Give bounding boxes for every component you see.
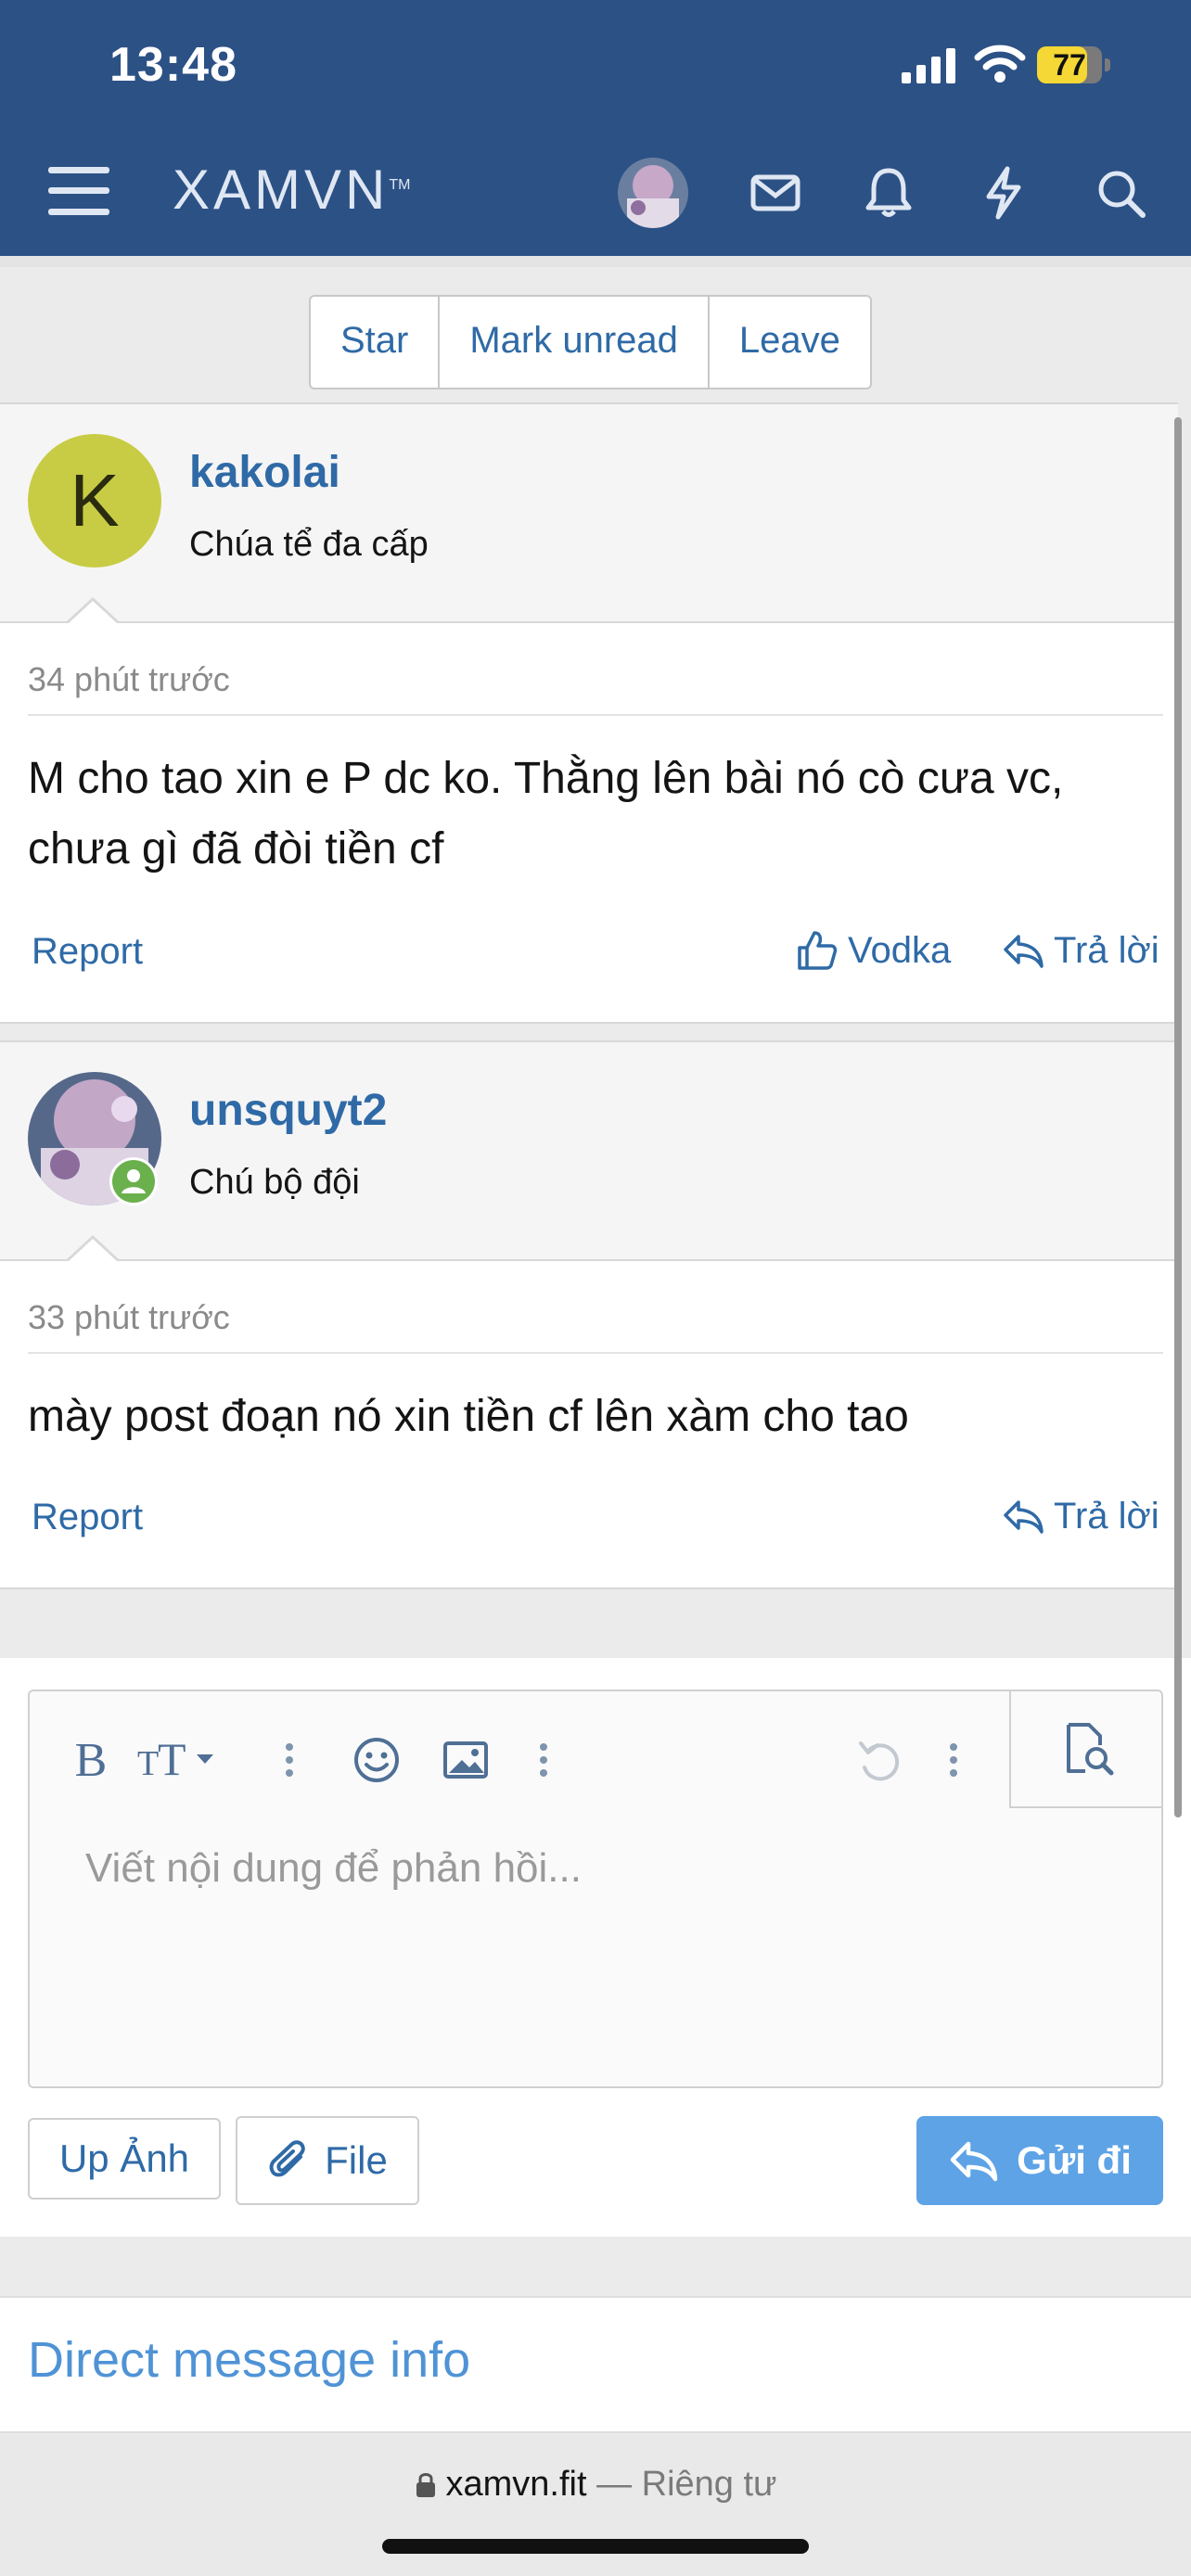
svg-text:T: T	[158, 1733, 186, 1785]
bell-icon[interactable]	[861, 165, 916, 221]
site-logo[interactable]: XAMVNTM	[173, 158, 410, 222]
cellular-signal-icon	[902, 48, 955, 83]
like-button[interactable]: Vodka	[796, 929, 951, 972]
menu-icon[interactable]	[46, 163, 111, 219]
direct-message-info-section: Direct message info	[0, 2296, 1191, 2433]
emoji-icon[interactable]	[349, 1732, 404, 1788]
reply-input-placeholder[interactable]: Viết nội dung để phản hồi...	[85, 1845, 582, 1892]
mail-icon[interactable]	[748, 165, 803, 221]
attach-file-button[interactable]: File	[236, 2116, 419, 2205]
svg-text:T: T	[137, 1744, 159, 1783]
avatar[interactable]: K	[28, 434, 161, 567]
battery-level: 77	[1053, 48, 1086, 82]
divider	[28, 714, 1163, 716]
lightning-icon[interactable]	[976, 165, 1031, 221]
message-time[interactable]: 33 phút trước	[28, 1298, 230, 1337]
paperclip-icon	[269, 2140, 305, 2177]
text-size-icon[interactable]: T T	[135, 1732, 224, 1788]
report-link[interactable]: Report	[32, 1497, 143, 1538]
reply-button[interactable]: Trả lời	[1002, 929, 1159, 972]
conversation-action-group: Star Mark unread Leave	[309, 295, 872, 389]
search-icon[interactable]	[1093, 165, 1148, 221]
message-author-header: K kakolai Chúa tể đa cấp	[0, 404, 1178, 623]
mark-unread-button[interactable]: Mark unread	[440, 297, 710, 388]
report-link[interactable]: Report	[32, 931, 143, 973]
upload-photo-button[interactable]: Up Ảnh	[28, 2118, 221, 2200]
cut-off-content	[0, 256, 1191, 267]
send-button[interactable]: Gửi đi	[916, 2116, 1163, 2205]
scrollbar[interactable]	[1174, 417, 1182, 1817]
user-title: Chúa tể đa cấp	[189, 525, 429, 564]
browser-address-bar[interactable]: xamvn.fit — Riêng tư	[0, 2435, 1191, 2576]
more-options-icon[interactable]	[944, 1732, 963, 1788]
reply-button[interactable]: Trả lời	[1002, 1495, 1159, 1537]
address-text[interactable]: xamvn.fit — Riêng tư	[0, 2465, 1191, 2505]
reply-icon	[1004, 1500, 1044, 1534]
reply-icon	[1004, 935, 1044, 968]
user-title: Chú bộ đội	[189, 1163, 360, 1202]
battery-indicator: 77	[1037, 46, 1111, 85]
message-time[interactable]: 34 phút trước	[28, 660, 230, 699]
leave-button[interactable]: Leave	[710, 297, 870, 388]
bold-button[interactable]: B	[72, 1732, 109, 1788]
status-time: 13:48	[109, 38, 237, 92]
thumbs-up-icon	[798, 931, 838, 970]
message-1: K kakolai Chúa tể đa cấp 34 phút trước M…	[0, 402, 1178, 1024]
home-indicator	[382, 2539, 809, 2554]
message-2: unsquyt2 Chú bộ đội 33 phút trước mày po…	[0, 1040, 1178, 1589]
lock-icon	[416, 2473, 436, 2497]
reply-icon	[950, 2141, 998, 2182]
user-avatar[interactable]	[618, 158, 688, 228]
more-options-icon[interactable]	[534, 1732, 553, 1788]
image-icon[interactable]	[438, 1732, 493, 1788]
more-options-icon[interactable]	[280, 1732, 299, 1788]
message-body: M cho tao xin e P dc ko. Thằng lên bài n…	[28, 754, 1064, 874]
direct-message-info-link[interactable]: Direct message info	[28, 2331, 470, 2389]
divider	[28, 1352, 1163, 1354]
undo-icon[interactable]	[852, 1732, 907, 1788]
online-status-icon	[109, 1157, 158, 1205]
star-button[interactable]: Star	[311, 297, 441, 388]
username[interactable]: kakolai	[189, 447, 340, 498]
message-author-header: unsquyt2 Chú bộ đội	[0, 1042, 1178, 1261]
reply-editor[interactable]: B T T Viết nội dung để phản hồi...	[28, 1690, 1163, 2088]
username[interactable]: unsquyt2	[189, 1085, 387, 1136]
preview-toggle[interactable]	[1009, 1691, 1163, 1808]
message-body: mày post đoạn nó xin tiền cf lên xàm cho…	[28, 1392, 909, 1441]
preview-icon	[1067, 1723, 1114, 1776]
wifi-icon	[974, 45, 1026, 83]
